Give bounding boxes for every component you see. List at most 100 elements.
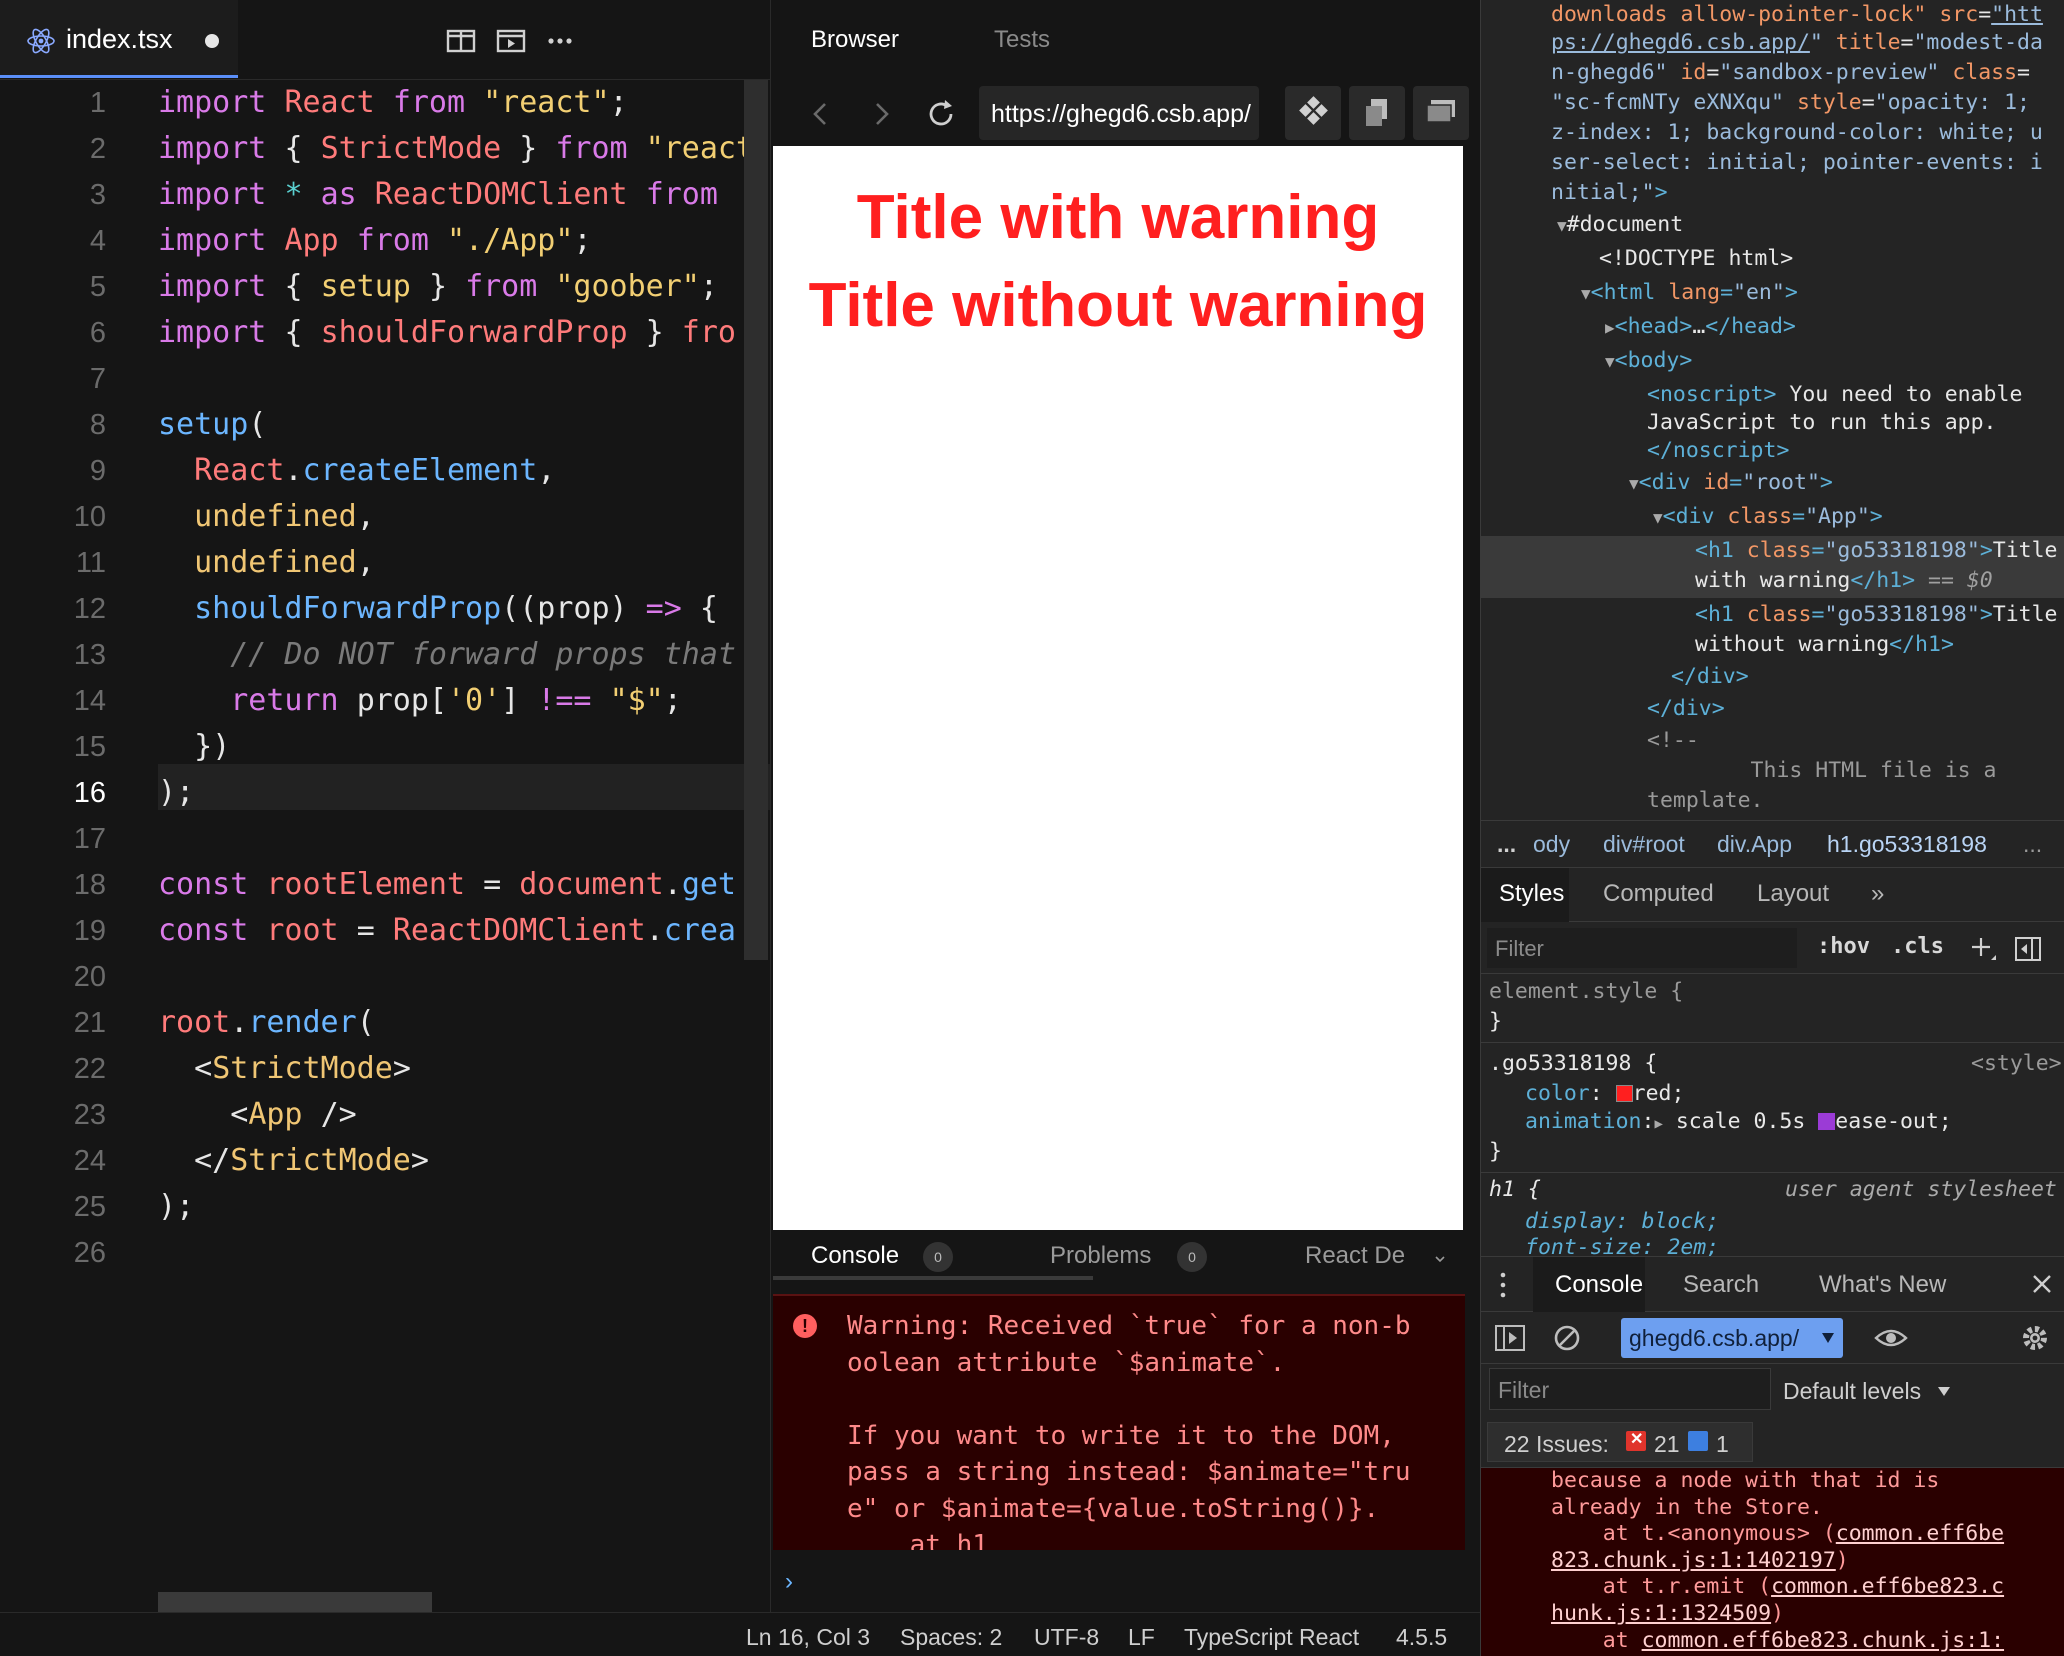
clear-console-icon[interactable] [1551,1322,1583,1354]
codesandbox-button[interactable] [1285,86,1341,140]
tab-browser[interactable]: Browser [811,26,899,54]
tab-drawer-search[interactable]: Search [1683,1271,1759,1299]
code-line[interactable]: import React from "react"; [158,80,628,126]
chevron-down-icon[interactable] [1433,1252,1447,1266]
breadcrumb-overflow-left[interactable]: ... [1497,831,1516,858]
vertical-scrollbar[interactable] [744,80,768,960]
forward-icon[interactable] [861,94,901,134]
editor-body[interactable]: 1 2 3 4 5 6 7 8 9 10 11 12 13 14 15 16 1… [0,80,770,1612]
console-prompt[interactable]: › [785,1568,793,1596]
add-rule-icon[interactable] [1969,934,1999,964]
preview-panel-icon[interactable] [494,24,528,58]
dom-node-root[interactable]: ▼<div id="root"> [1629,468,1833,499]
copy-button[interactable] [1349,86,1405,140]
code-line[interactable]: ); [158,1184,194,1230]
breadcrumb-div-root[interactable]: div#root [1603,831,1685,858]
tab-layout[interactable]: Layout [1757,880,1829,908]
typescript-version[interactable]: 4.5.5 [1396,1624,1447,1651]
code-line[interactable]: <App /> [158,1092,356,1138]
code-line[interactable]: root.render( [158,1000,375,1046]
indentation-setting[interactable]: Spaces: 2 [900,1624,1002,1651]
tab-problems[interactable]: Problems [1050,1242,1151,1270]
code-line[interactable]: ); [158,770,194,816]
code-line[interactable]: setup( [158,402,266,448]
new-window-button[interactable] [1413,86,1469,140]
styles-filter-input[interactable]: Filter [1487,928,1797,968]
tab-react-devtools[interactable]: React De [1305,1242,1405,1270]
code-line[interactable]: import { setup } from "goober"; [158,264,718,310]
code-line[interactable]: undefined, [158,494,375,540]
horizontal-scrollbar[interactable] [158,1592,432,1612]
rule-source-link[interactable]: <style> [1971,1050,2062,1078]
live-expression-eye-icon[interactable] [1873,1322,1909,1354]
code-line[interactable]: import * as ReactDOMClient from [158,172,718,218]
hover-state-toggle[interactable]: :hov [1817,934,1870,959]
code-editor[interactable]: index.tsx 1 2 3 4 5 6 7 8 9 10 11 12 13 … [0,0,770,1612]
breadcrumb-body[interactable]: ody [1533,831,1570,858]
show-sidebar-icon[interactable] [1493,1322,1527,1354]
code-line[interactable]: import App from "./App"; [158,218,592,264]
unsaved-dot-icon[interactable] [205,34,219,48]
tab-drawer-console[interactable]: Console [1555,1271,1643,1299]
back-icon[interactable] [801,94,841,134]
dom-node-doctype[interactable]: <!DOCTYPE html> [1599,244,1793,274]
issues-counter[interactable]: 22 Issues: ✕ 21 1 [1487,1422,1753,1462]
dom-node-body[interactable]: ▼<body> [1605,346,1692,377]
more-tabs-icon[interactable]: » [1871,880,1884,908]
code-line[interactable]: const rootElement = document.get [158,862,736,908]
refresh-icon[interactable] [921,94,961,134]
chevron-down-icon[interactable] [1937,1386,1951,1398]
dom-node-head[interactable]: ▶<head>…</head> [1605,312,1796,343]
tab-tests[interactable]: Tests [994,26,1050,54]
dom-node-app[interactable]: ▼<div class="App"> [1653,502,1883,533]
drawer-menu-icon[interactable] [1497,1271,1509,1299]
code-line[interactable]: undefined, [158,540,375,586]
settings-gear-icon[interactable] [2017,1320,2053,1356]
dom-node-h1[interactable]: <h1 class="go53318198">Title [1695,600,2058,630]
encoding-setting[interactable]: UTF-8 [1034,1624,1099,1651]
breadcrumb-overflow-right[interactable]: ... [2023,831,2042,858]
easing-editor-icon[interactable] [1818,1113,1836,1130]
toggle-sidebar-icon[interactable] [2013,934,2043,964]
tab-computed[interactable]: Computed [1603,880,1714,908]
code-line[interactable]: <StrictMode> [158,1046,411,1092]
dom-node-html[interactable]: ▼<html lang="en"> [1581,278,1798,309]
file-tab-index-tsx[interactable]: index.tsx [0,0,238,78]
log-levels-dropdown[interactable]: Default levels [1783,1378,1921,1405]
dom-node-comment[interactable]: <!-- [1647,726,1699,756]
tab-drawer-whats-new[interactable]: What's New [1819,1271,1946,1299]
dom-node-document[interactable]: ▼#document [1557,210,1683,241]
dom-node-h1-selected[interactable]: <h1 class="go53318198">Title [1695,536,2058,566]
tab-console[interactable]: Console [811,1242,899,1270]
line-ending-setting[interactable]: LF [1128,1624,1155,1651]
console-log-entries[interactable]: because a node with that id is already i… [1481,1468,2064,1656]
code-line[interactable]: // Do NOT forward props that [158,632,736,678]
class-toggle[interactable]: .cls [1891,934,1944,959]
tab-styles[interactable]: Styles [1499,880,1564,908]
cursor-position[interactable]: Ln 16, Col 3 [746,1624,870,1651]
breadcrumb-div-app[interactable]: div.App [1717,831,1792,858]
color-swatch[interactable] [1615,1085,1633,1102]
css-declaration-color[interactable]: color: red; [1525,1080,1684,1108]
execution-context-select[interactable]: ghegd6.csb.app/ [1621,1318,1843,1358]
preview-frame[interactable]: Title with warning Title without warning [773,146,1463,1230]
code-line[interactable]: </StrictMode> [158,1138,429,1184]
close-icon[interactable] [2031,1273,2053,1295]
css-declaration-animation[interactable]: animation:▶ scale 0.5s ease-out; [1525,1108,1952,1138]
dom-node-noscript[interactable]: <noscript> You need to enable [1647,380,2022,410]
code-line[interactable]: shouldForwardProp((prop) => { [158,586,718,632]
console-filter-input[interactable]: Filter [1489,1368,1771,1410]
code-line[interactable]: React.createElement, [158,448,555,494]
split-editor-icon[interactable] [444,24,478,58]
address-bar[interactable]: https://ghegd6.csb.app/ [979,86,1259,140]
language-mode[interactable]: TypeScript React [1184,1624,1359,1651]
rule-selector[interactable]: .go53318198 { [1489,1050,1657,1078]
code-line[interactable]: return prop['0'] !== "$"; [158,678,682,724]
code-line[interactable]: }) [158,724,230,770]
breadcrumb-h1[interactable]: h1.go53318198 [1827,831,1987,858]
code-line[interactable]: const root = ReactDOMClient.crea [158,908,736,954]
code-line[interactable]: import { StrictMode } from "react [158,126,754,172]
more-options-icon[interactable] [543,24,577,58]
code-line[interactable]: import { shouldForwardProp } fro [158,310,736,356]
line-number: 5 [89,271,106,303]
